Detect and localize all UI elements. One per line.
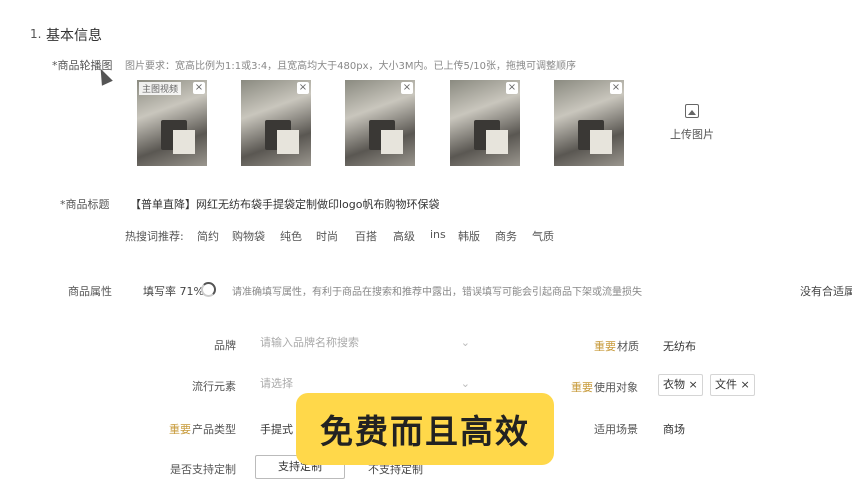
keyword-tag[interactable]: 简约 [197, 228, 219, 244]
required-badge: 重要 [571, 381, 593, 394]
usage-tag[interactable]: 衣物 × [658, 374, 703, 396]
style-placeholder: 请选择 [260, 377, 293, 390]
fill-rate-text: 填写率 71% [143, 285, 204, 298]
keyword-tag[interactable]: 气质 [532, 228, 554, 244]
material-label: 材质 [617, 340, 639, 353]
keyword-tag[interactable]: 百搭 [355, 228, 377, 244]
product-image-1[interactable]: 主图视频 × [137, 80, 207, 166]
attributes-label: 商品属性 [68, 285, 112, 298]
section-number: 1. [30, 27, 42, 41]
product-image-2[interactable]: × [241, 80, 311, 166]
style-label: 流行元素 [192, 380, 236, 393]
keyword-tag[interactable]: 韩版 [458, 228, 480, 244]
chevron-down-icon: ⌄ [460, 336, 470, 349]
remove-tag-icon[interactable]: × [689, 378, 698, 391]
keyword-tag[interactable]: 商务 [495, 228, 517, 244]
title-value[interactable]: 【普单直降】网红无纺布袋手提袋定制做印logo帆布购物环保袋 [130, 196, 440, 212]
remove-image-icon[interactable]: × [401, 82, 413, 94]
keyword-tag[interactable]: 购物袋 [232, 228, 265, 244]
product-image-4[interactable]: × [450, 80, 520, 166]
image-upload-icon [685, 104, 699, 118]
remove-image-icon[interactable]: × [193, 82, 205, 94]
remove-image-icon[interactable]: × [610, 82, 622, 94]
attributes-hint: 请准确填写属性，有利于商品在搜索和推荐中露出，错误填写可能会引起商品下架或流量损… [232, 287, 642, 298]
promo-banner-text: 免费而且高效 [320, 412, 530, 451]
keyword-tag[interactable]: ins [430, 228, 446, 241]
section-title: 基本信息 [46, 28, 102, 44]
required-badge: 重要 [169, 423, 191, 436]
hot-search-label: 热搜词推荐: [125, 230, 184, 243]
brand-select[interactable]: 请输入品牌名称搜索 ⌄ [256, 331, 474, 355]
usage-tag[interactable]: 文件 × [710, 374, 755, 396]
material-value[interactable]: 无纺布 [663, 338, 696, 354]
product-type-label: 产品类型 [192, 423, 236, 436]
product-image-3[interactable]: × [345, 80, 415, 166]
scene-value[interactable]: 商场 [663, 421, 685, 437]
keyword-tag[interactable]: 纯色 [280, 228, 302, 244]
remove-tag-icon[interactable]: × [741, 378, 750, 391]
brand-label: 品牌 [214, 339, 236, 352]
image-requirement-text: 图片要求：宽高比例为1:1或3:4，且宽高均大于480px，大小3M内。已上传5… [125, 61, 576, 72]
brand-placeholder: 请输入品牌名称搜索 [260, 336, 359, 349]
usage-label: 使用对象 [594, 381, 638, 394]
scene-label: 适用场景 [594, 423, 638, 436]
keyword-tag[interactable]: 高级 [393, 228, 415, 244]
product-type-value[interactable]: 手提式 [260, 421, 293, 437]
title-label: *商品标题 [60, 198, 110, 211]
keyword-tag[interactable]: 时尚 [316, 228, 338, 244]
required-badge: 重要 [594, 340, 616, 353]
no-match-link[interactable]: 没有合适属 [800, 283, 852, 299]
remove-image-icon[interactable]: × [297, 82, 309, 94]
progress-ring-icon [201, 282, 216, 297]
promo-banner: 免费而且高效 [296, 393, 554, 465]
customization-label: 是否支持定制 [170, 463, 236, 476]
main-image-tag: 主图视频 [139, 82, 182, 95]
upload-image-button[interactable]: 上传图片 [660, 100, 724, 150]
product-image-5[interactable]: × [554, 80, 624, 166]
remove-image-icon[interactable]: × [506, 82, 518, 94]
upload-image-label: 上传图片 [670, 128, 714, 141]
